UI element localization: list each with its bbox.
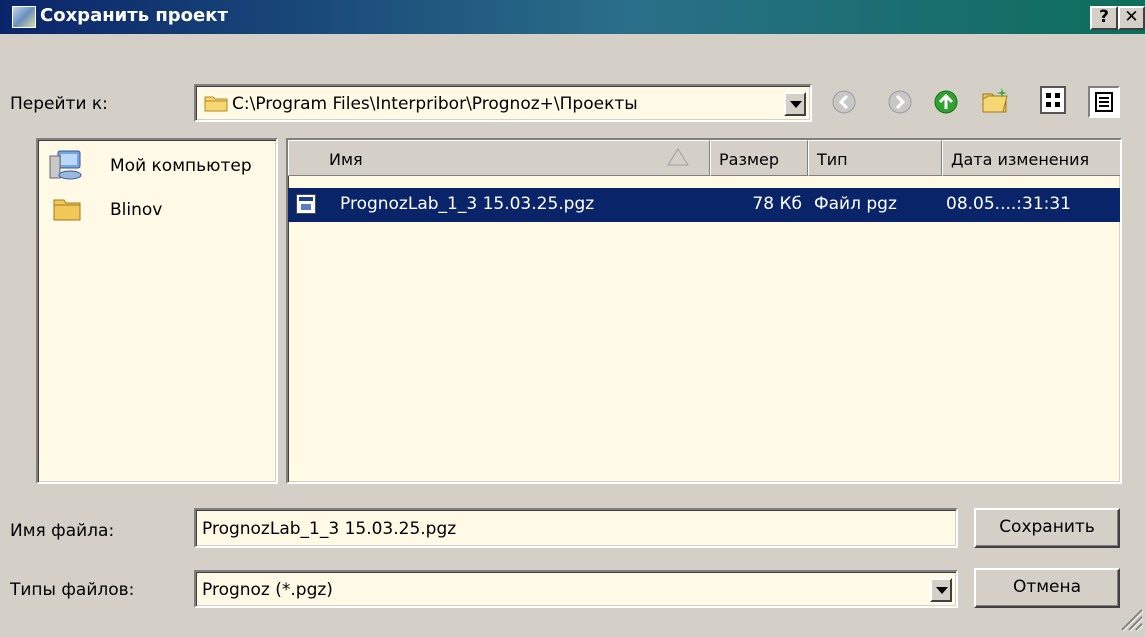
file-size: 78 Кб (752, 194, 802, 214)
place-label: Мой компьютер (110, 156, 252, 176)
column-header-name[interactable]: Имя (288, 140, 710, 176)
resize-grip[interactable] (1116, 604, 1144, 632)
filetype-dropdown-button[interactable] (930, 578, 952, 602)
window-title: Сохранить проект (40, 5, 228, 26)
lookin-path: C:\Program Files\Interpribor\Prognoz+\Пр… (232, 94, 638, 114)
lookin-label: Перейти к: (10, 94, 108, 114)
column-header-modified[interactable]: Дата изменения (942, 140, 1120, 176)
filename-field[interactable]: PrognozLab_1_3 15.03.25.pgz (194, 508, 958, 548)
back-icon[interactable] (830, 88, 858, 116)
close-button[interactable]: ✕ (1118, 6, 1145, 30)
column-header-type[interactable]: Тип (808, 140, 942, 176)
help-button[interactable]: ? (1090, 6, 1118, 30)
table-row[interactable]: PrognozLab_1_3 15.03.25.pgz 78 Кб Файл p… (288, 188, 1120, 222)
cancel-button[interactable]: Отмена (974, 568, 1120, 608)
file-type: Файл pgz (814, 194, 897, 214)
filetype-value: Prognoz (*.pgz) (202, 580, 333, 600)
places-bar: Мой компьютер Blinov (36, 138, 278, 484)
filetype-label: Типы файлов: (10, 580, 135, 600)
place-my-computer[interactable]: Мой компьютер (44, 146, 276, 186)
pgz-file-icon (296, 194, 316, 214)
place-blinov[interactable]: Blinov (44, 190, 276, 230)
filename-value: PrognozLab_1_3 15.03.25.pgz (202, 519, 457, 539)
file-list[interactable]: Имя Размер Тип Дата изменения PrognozLab… (286, 138, 1122, 484)
place-label: Blinov (110, 200, 163, 220)
sort-ascending-icon (667, 147, 689, 167)
view-details-icon[interactable] (1088, 86, 1120, 118)
new-folder-icon[interactable] (980, 86, 1010, 116)
app-icon (12, 6, 36, 28)
column-header-size[interactable]: Размер (710, 140, 808, 176)
lookin-combo[interactable]: C:\Program Files\Interpribor\Prognoz+\Пр… (194, 84, 812, 122)
filename-label: Имя файла: (10, 521, 115, 541)
filetype-combo[interactable]: Prognoz (*.pgz) (194, 570, 958, 608)
forward-icon[interactable] (886, 88, 914, 116)
title-bar[interactable]: Сохранить проект ? ✕ (0, 0, 1145, 34)
my-computer-icon (48, 148, 84, 182)
folder-icon (204, 93, 228, 112)
save-button[interactable]: Сохранить (974, 508, 1120, 548)
folder-icon (52, 194, 82, 222)
file-modified: 08.05....:31:31 (946, 194, 1072, 214)
lookin-dropdown-button[interactable] (784, 92, 806, 116)
column-header-label: Имя (329, 150, 363, 169)
view-icons-icon[interactable] (1040, 86, 1066, 114)
up-folder-icon[interactable] (932, 88, 960, 116)
file-name: PrognozLab_1_3 15.03.25.pgz (340, 194, 595, 214)
